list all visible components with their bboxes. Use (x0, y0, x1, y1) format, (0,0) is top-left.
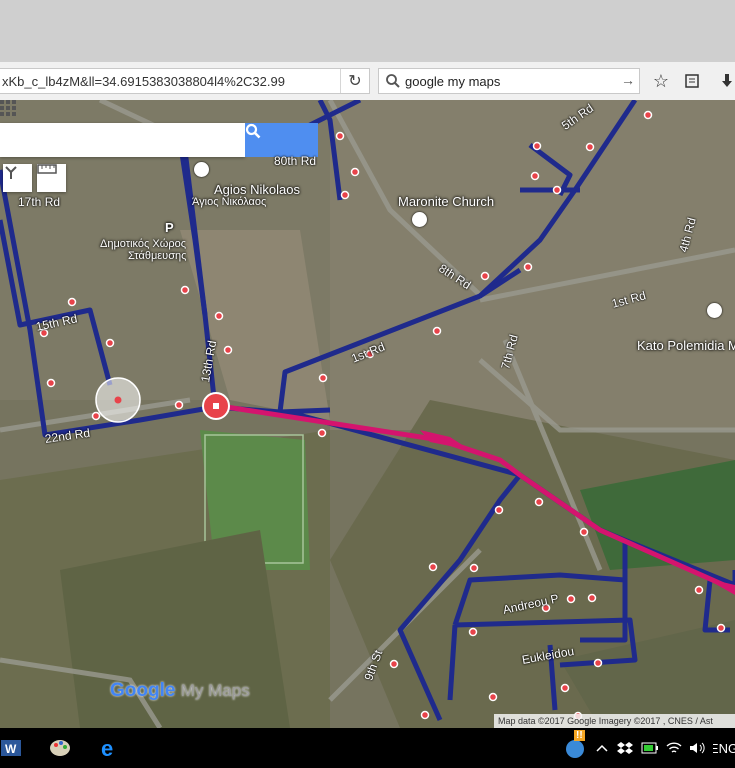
map-canvas[interactable]: Agios Nikolaos Άγιος Νικόλαος P Δημοτικό… (0, 100, 735, 728)
search-icon (245, 123, 261, 139)
go-arrow-icon[interactable]: → (621, 72, 635, 88)
download-icon[interactable] (716, 70, 735, 92)
browser-search-text: google my maps (405, 74, 501, 89)
star-icon[interactable]: ☆ (650, 70, 672, 92)
place-label-kato-polemidia[interactable]: Kato Polemidia M (637, 338, 735, 353)
search-icon (386, 74, 400, 88)
chevron-up-icon[interactable] (594, 736, 610, 760)
windows-taskbar: W e !! ENG (0, 728, 735, 768)
ruler-icon (37, 164, 57, 174)
layers-grid-icon[interactable] (0, 100, 16, 116)
notification-badge: !! (574, 730, 585, 741)
place-label-maronite-church[interactable]: Maronite Church (398, 194, 494, 209)
place-label-agios-nikolaos[interactable]: Agios Nikolaos (214, 182, 300, 197)
address-bar[interactable]: xKb_c_lb4zM&ll=34.6915383038804l4%2C32.9… (0, 68, 370, 94)
window-titlebar (0, 0, 735, 62)
language-indicator[interactable]: ENG (713, 736, 735, 760)
place-label-parking-line2: Στάθμευσης (128, 250, 187, 262)
google-my-maps-logo: Google My Maps (110, 680, 250, 702)
map-graphics (0, 100, 735, 728)
church-icon[interactable] (412, 212, 427, 227)
logo-suffix: My Maps (180, 681, 250, 700)
road-label: 17th Rd (18, 195, 61, 209)
parking-icon[interactable]: P (165, 220, 174, 235)
landmark-icon[interactable] (194, 162, 209, 177)
reload-icon[interactable]: ↻ (340, 69, 369, 93)
route-fork-icon (5, 166, 17, 179)
svg-text:e: e (101, 737, 113, 759)
dropbox-icon[interactable] (616, 736, 634, 760)
directions-tool-button[interactable] (3, 164, 32, 192)
wifi-icon[interactable] (664, 736, 684, 760)
map-search-input[interactable] (0, 123, 245, 157)
volume-icon[interactable] (688, 736, 708, 760)
landmark-icon[interactable] (707, 303, 722, 318)
map-attribution[interactable]: Map data ©2017 Google Imagery ©2017 , CN… (494, 714, 735, 728)
road-label: 80th Rd (274, 154, 317, 168)
place-label-parking-line1: Δημοτικός Χώρος (100, 238, 186, 250)
notification-icon[interactable]: !! (562, 730, 588, 760)
address-text: xKb_c_lb4zM&ll=34.6915383038804l4%2C32.9… (2, 74, 285, 89)
measure-tool-button[interactable] (37, 164, 66, 192)
svg-text:W: W (5, 742, 17, 756)
logo-word: Google (110, 680, 176, 701)
reader-icon[interactable] (681, 70, 703, 92)
map-search-button[interactable] (245, 123, 318, 157)
place-label-agios-nikolaos-greek: Άγιος Νικόλαος (192, 196, 267, 208)
word-icon[interactable]: W (0, 736, 22, 760)
browser-search-field[interactable]: google my maps → (378, 68, 640, 94)
paint-icon[interactable] (46, 736, 74, 760)
edge-icon[interactable]: e (98, 736, 122, 760)
battery-icon[interactable] (640, 736, 660, 760)
